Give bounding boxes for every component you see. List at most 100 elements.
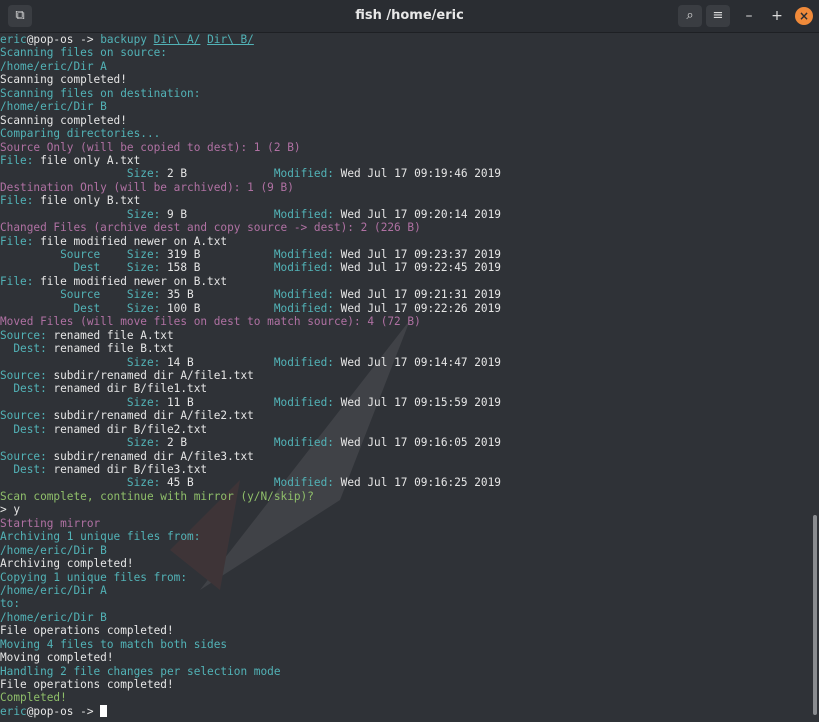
terminal-text: renamed file B.txt: [53, 342, 174, 356]
terminal-text: Dest:: [0, 422, 54, 436]
terminal-line: Destination Only (will be archived): 1 (…: [0, 181, 812, 194]
terminal-line: /home/eric/Dir B: [0, 611, 812, 624]
terminal-text: Modified:: [273, 248, 341, 261]
terminal-line: Source Size: 319 B Modified: Wed Jul 17 …: [0, 248, 812, 261]
terminal-text: 2 B: [166, 436, 274, 450]
close-icon[interactable]: ×: [795, 7, 813, 25]
terminal-text: File:: [0, 153, 41, 167]
terminal-line: Copying 1 unique files from:: [0, 571, 812, 584]
terminal-text: Wed Jul 17 09:22:45 2019: [340, 261, 501, 275]
terminal-text: eric: [0, 704, 27, 718]
terminal-text: Wed Jul 17 09:16:25 2019: [340, 476, 501, 490]
terminal-text: Destination Only (will be archived): 1 (…: [0, 180, 294, 194]
terminal-line: Changed Files (archive dest and copy sou…: [0, 221, 812, 234]
terminal-output[interactable]: eric@pop-os -> backupy Dir\ A/ Dir\ B/Sc…: [0, 33, 812, 722]
minimize-icon[interactable]: –: [740, 7, 758, 25]
terminal-text: Dest:: [0, 463, 54, 476]
terminal-text: Source: [0, 288, 127, 302]
terminal-text: Dir\ B/: [207, 33, 254, 46]
terminal-text: File operations completed!: [0, 678, 174, 691]
terminal-text: Modified:: [273, 207, 341, 221]
terminal-line: Moving completed!: [0, 651, 812, 664]
terminal-line: Source: subdir/renamed dir A/file2.txt: [0, 409, 812, 422]
terminal-text: Scanning completed!: [0, 73, 127, 87]
terminal-line: Source: subdir/renamed dir A/file1.txt: [0, 369, 812, 382]
terminal-line: Size: 11 B Modified: Wed Jul 17 09:15:59…: [0, 396, 812, 409]
terminal-text: Dir\ A/: [153, 33, 201, 46]
terminal-text: Source Only (will be copied to dest): 1 …: [0, 140, 301, 154]
terminal-text: 158 B: [166, 261, 274, 275]
terminal-text: Modified:: [273, 476, 341, 490]
terminal-text: Size:: [126, 301, 167, 315]
terminal-text: Moving 4 files to match both sides: [0, 637, 228, 651]
terminal-text: Source:: [0, 409, 54, 423]
terminal-text: Modified:: [273, 167, 341, 181]
terminal-text: Modified:: [273, 288, 341, 302]
terminal-text: Comparing directories...: [0, 127, 161, 141]
terminal-text: file modified newer on A.txt: [40, 234, 228, 248]
terminal-text: Handling 2 file changes per selection mo…: [0, 664, 281, 678]
terminal-line: File: file modified newer on B.txt: [0, 275, 812, 288]
terminal-text: > y: [0, 503, 21, 517]
terminal-text: File:: [0, 234, 41, 248]
terminal-text: 35 B: [166, 288, 274, 302]
terminal-text: subdir/renamed dir A/file1.txt: [53, 368, 254, 382]
terminal-text: Scanning files on source:: [0, 46, 167, 60]
terminal-text: Archiving 1 unique files from:: [0, 530, 201, 544]
terminal-line: Scanning files on source:: [0, 46, 812, 59]
terminal-text: Dest:: [0, 342, 54, 356]
terminal-line: Source: renamed file A.txt: [0, 329, 812, 342]
terminal-line: File: file modified newer on A.txt: [0, 235, 812, 248]
terminal-line: /home/eric/Dir B: [0, 100, 812, 113]
terminal-text: File operations completed!: [0, 624, 174, 638]
terminal-text: 100 B: [166, 301, 274, 315]
maximize-icon[interactable]: +: [768, 7, 786, 25]
terminal-line: Scan complete, continue with mirror (y/N…: [0, 490, 812, 503]
terminal-line: Size: 2 B Modified: Wed Jul 17 09:16:05 …: [0, 436, 812, 449]
terminal-text: Source:: [0, 328, 54, 342]
terminal-text: Scanning completed!: [0, 113, 127, 127]
terminal-text: Modified:: [273, 395, 341, 409]
terminal-text: 45 B: [166, 476, 274, 490]
terminal-line: /home/eric/Dir A: [0, 584, 812, 597]
terminal-text: /home/eric/Dir B: [0, 100, 107, 114]
terminal-text: Dest:: [0, 382, 54, 396]
terminal-text: /home/eric/Dir B: [0, 610, 107, 624]
terminal-line: eric@pop-os -> backupy Dir\ A/ Dir\ B/: [0, 33, 812, 46]
terminal-line: Moved Files (will move files on dest to …: [0, 315, 812, 328]
terminal-text: Size:: [126, 395, 167, 409]
scrollbar[interactable]: [813, 515, 817, 715]
terminal-text: file only A.txt: [40, 153, 141, 167]
terminal-text: Modified:: [273, 261, 341, 275]
terminal-text: Source: [0, 248, 127, 261]
terminal-text: Dest: [0, 301, 127, 315]
terminal-text: file only B.txt: [40, 194, 141, 208]
terminal-text: Wed Jul 17 09:20:14 2019: [340, 207, 501, 221]
terminal-line: Size: 2 B Modified: Wed Jul 17 09:19:46 …: [0, 167, 812, 180]
terminal-line: Handling 2 file changes per selection mo…: [0, 665, 812, 678]
terminal-line: Starting mirror: [0, 517, 812, 530]
terminal-text: /home/eric/Dir A: [0, 583, 107, 597]
terminal-text: Modified:: [273, 301, 341, 315]
terminal-text: Moved Files (will move files on dest to …: [0, 315, 421, 329]
terminal-line: Source: subdir/renamed dir A/file3.txt: [0, 450, 812, 463]
terminal-line: Dest Size: 158 B Modified: Wed Jul 17 09…: [0, 261, 812, 274]
terminal-text: Source:: [0, 368, 54, 382]
terminal-text: Modified:: [273, 436, 341, 450]
terminal-text: Size:: [126, 261, 167, 275]
terminal-line: Completed!: [0, 691, 812, 704]
title-bar: ⧉ fish /home/eric ⌕ ≡ – + ×: [0, 0, 819, 33]
terminal-text: eric: [0, 33, 27, 46]
menu-icon[interactable]: ≡: [706, 5, 730, 27]
terminal-line: Dest: renamed dir B/file1.txt: [0, 382, 812, 395]
terminal-text: Wed Jul 17 09:22:26 2019: [340, 301, 501, 315]
terminal-text: Wed Jul 17 09:23:37 2019: [340, 248, 501, 261]
search-icon[interactable]: ⌕: [678, 5, 702, 27]
terminal-text: Wed Jul 17 09:21:31 2019: [340, 288, 501, 302]
terminal-text: /home/eric/Dir B: [0, 543, 107, 557]
terminal-text: 14 B: [166, 355, 274, 369]
terminal-line: /home/eric/Dir B: [0, 544, 812, 557]
